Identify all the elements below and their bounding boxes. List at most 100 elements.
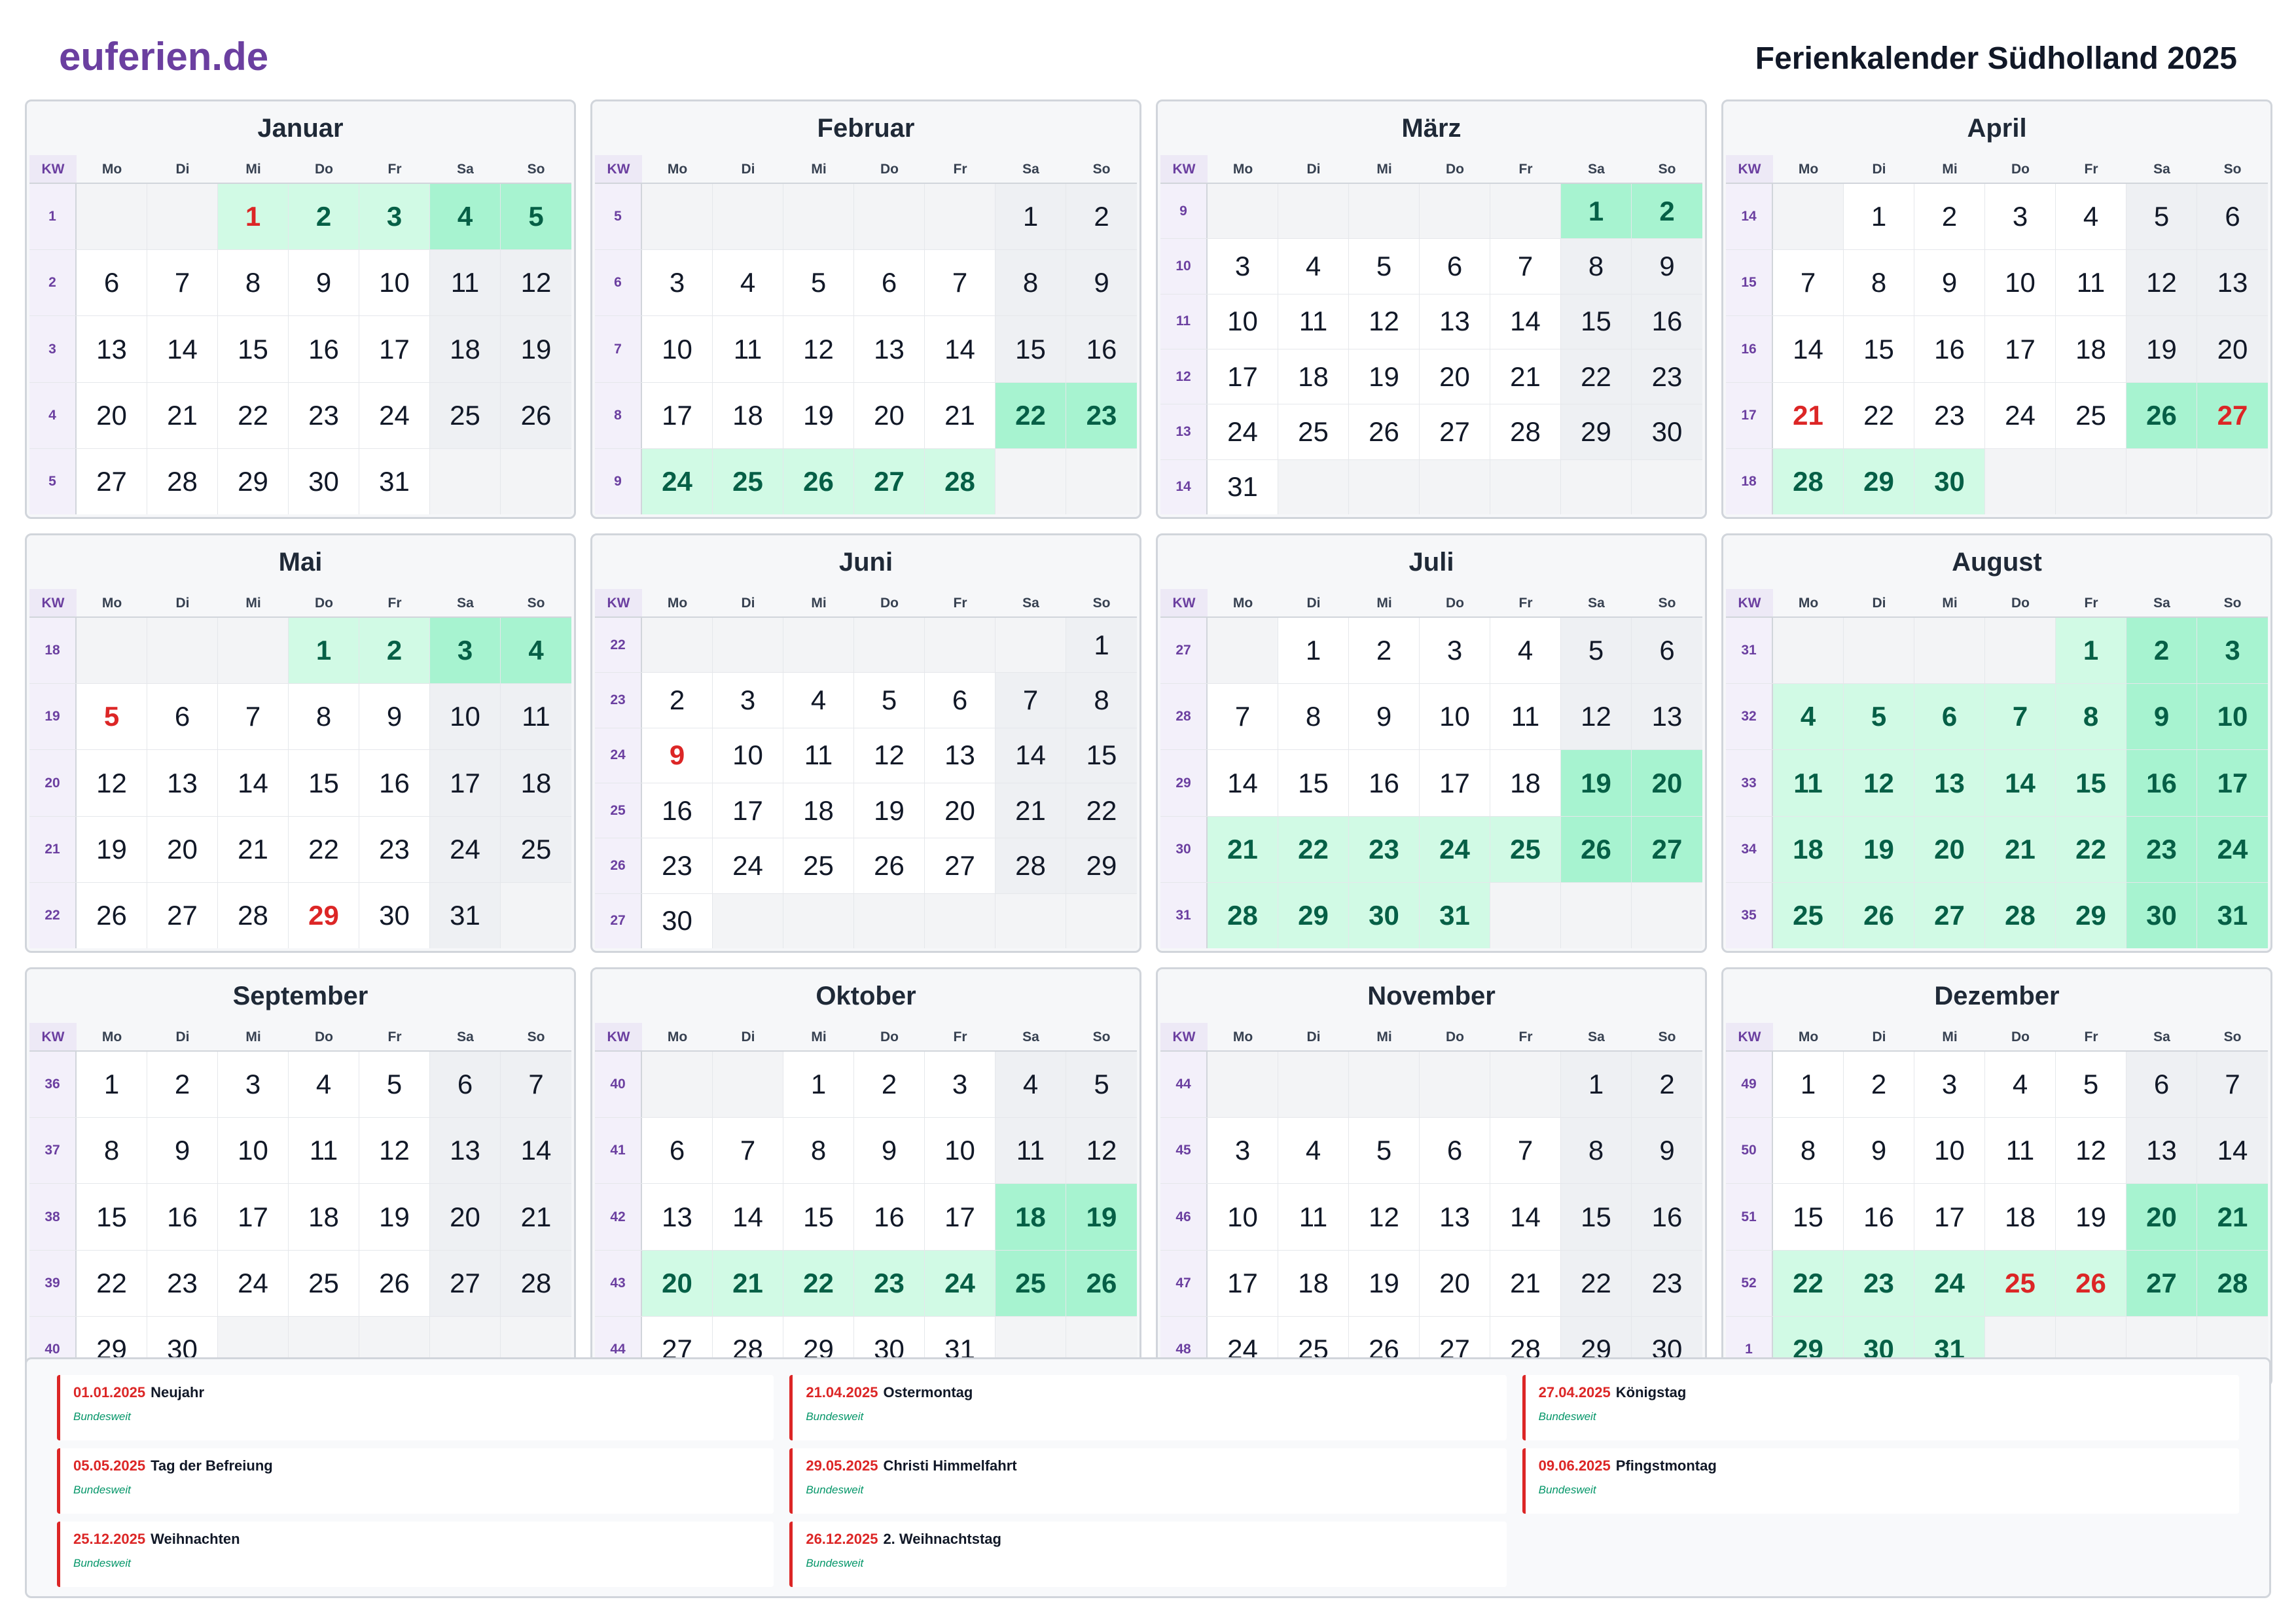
day-cell[interactable]: 18: [1490, 750, 1561, 816]
day-cell[interactable]: 7: [501, 1052, 571, 1118]
day-cell[interactable]: 17: [1914, 1184, 1985, 1250]
day-cell[interactable]: 26: [854, 838, 925, 893]
school-holiday-cell[interactable]: 18: [1773, 816, 1844, 882]
day-cell[interactable]: 15: [1561, 294, 1632, 349]
day-cell[interactable]: 16: [1066, 316, 1137, 382]
day-cell[interactable]: 5: [854, 673, 925, 728]
day-cell[interactable]: 10: [1420, 684, 1490, 750]
day-cell[interactable]: 11: [783, 728, 854, 783]
day-cell[interactable]: 14: [996, 728, 1066, 783]
school-holiday-cell[interactable]: 23: [1844, 1250, 1914, 1316]
day-cell[interactable]: 28: [218, 882, 289, 949]
school-holiday-cell[interactable]: 28: [2197, 1250, 2268, 1316]
day-cell[interactable]: 9: [1349, 684, 1420, 750]
day-cell[interactable]: 2: [854, 1052, 925, 1118]
day-cell[interactable]: 25: [783, 838, 854, 893]
school-holiday-cell[interactable]: 19: [1561, 750, 1632, 816]
day-cell[interactable]: 30: [1632, 404, 1702, 459]
day-cell[interactable]: 7: [1490, 239, 1561, 294]
day-cell[interactable]: 6: [854, 250, 925, 316]
day-cell[interactable]: 12: [783, 316, 854, 382]
school-holiday-cell[interactable]: 22: [2056, 816, 2126, 882]
day-cell[interactable]: 16: [359, 750, 430, 816]
day-cell[interactable]: 4: [783, 673, 854, 728]
day-cell[interactable]: 10: [430, 684, 501, 750]
day-cell[interactable]: 7: [713, 1118, 783, 1184]
day-cell[interactable]: 20: [1420, 1250, 1490, 1316]
day-cell[interactable]: 20: [2197, 316, 2268, 382]
day-cell[interactable]: 12: [2126, 250, 2197, 316]
day-cell[interactable]: 17: [642, 382, 713, 448]
school-holiday-cell[interactable]: 28: [1208, 882, 1278, 949]
day-cell[interactable]: 14: [2197, 1118, 2268, 1184]
public-holiday-cell[interactable]: 5: [77, 684, 147, 750]
day-cell[interactable]: 23: [289, 382, 359, 448]
day-cell[interactable]: 12: [1561, 684, 1632, 750]
day-cell[interactable]: 9: [1914, 250, 1985, 316]
day-cell[interactable]: 16: [289, 316, 359, 382]
day-cell[interactable]: 23: [1914, 382, 1985, 448]
day-cell[interactable]: 13: [430, 1118, 501, 1184]
day-cell[interactable]: 24: [1985, 382, 2056, 448]
day-cell[interactable]: 28: [501, 1250, 571, 1316]
day-cell[interactable]: 12: [1349, 1184, 1420, 1250]
school-holiday-cell[interactable]: 30: [1914, 448, 1985, 515]
day-cell[interactable]: 15: [77, 1184, 147, 1250]
day-cell[interactable]: 25: [501, 816, 571, 882]
public-holiday-cell[interactable]: 27: [2197, 382, 2268, 448]
day-cell[interactable]: 8: [1844, 250, 1914, 316]
day-cell[interactable]: 25: [1278, 404, 1349, 459]
school-holiday-cell[interactable]: 21: [1208, 816, 1278, 882]
day-cell[interactable]: 1: [1773, 1052, 1844, 1118]
day-cell[interactable]: 7: [1773, 250, 1844, 316]
school-holiday-cell[interactable]: 25: [996, 1250, 1066, 1316]
school-holiday-cell[interactable]: 22: [1773, 1250, 1844, 1316]
day-cell[interactable]: 9: [1844, 1118, 1914, 1184]
day-cell[interactable]: 5: [1066, 1052, 1137, 1118]
brand-logo[interactable]: euferien.de: [59, 34, 268, 79]
school-holiday-cell[interactable]: 14: [1985, 750, 2056, 816]
day-cell[interactable]: 10: [1985, 250, 2056, 316]
day-cell[interactable]: 20: [147, 816, 218, 882]
day-cell[interactable]: 7: [1208, 684, 1278, 750]
day-cell[interactable]: 18: [430, 316, 501, 382]
day-cell[interactable]: 23: [147, 1250, 218, 1316]
school-holiday-cell[interactable]: 26: [1066, 1250, 1137, 1316]
day-cell[interactable]: 11: [1278, 1184, 1349, 1250]
day-cell[interactable]: 19: [854, 783, 925, 838]
day-cell[interactable]: 28: [147, 448, 218, 515]
day-cell[interactable]: 8: [783, 1118, 854, 1184]
day-cell[interactable]: 21: [218, 816, 289, 882]
school-holiday-cell[interactable]: 22: [996, 382, 1066, 448]
day-cell[interactable]: 18: [501, 750, 571, 816]
day-cell[interactable]: 23: [359, 816, 430, 882]
day-cell[interactable]: 2: [1844, 1052, 1914, 1118]
day-cell[interactable]: 2: [1066, 184, 1137, 250]
day-cell[interactable]: 3: [642, 250, 713, 316]
day-cell[interactable]: 31: [359, 448, 430, 515]
day-cell[interactable]: 12: [854, 728, 925, 783]
day-cell[interactable]: 4: [2056, 184, 2126, 250]
day-cell[interactable]: 27: [1420, 404, 1490, 459]
school-holiday-cell[interactable]: 22: [1278, 816, 1349, 882]
day-cell[interactable]: 18: [713, 382, 783, 448]
day-cell[interactable]: 7: [147, 250, 218, 316]
day-cell[interactable]: 10: [713, 728, 783, 783]
day-cell[interactable]: 5: [359, 1052, 430, 1118]
day-cell[interactable]: 14: [1208, 750, 1278, 816]
school-holiday-cell[interactable]: 24: [642, 448, 713, 515]
school-holiday-cell[interactable]: 6: [1914, 684, 1985, 750]
school-holiday-cell[interactable]: 10: [2197, 684, 2268, 750]
day-cell[interactable]: 6: [430, 1052, 501, 1118]
day-cell[interactable]: 16: [1632, 1184, 1702, 1250]
day-cell[interactable]: 26: [77, 882, 147, 949]
public-holiday-cell[interactable]: 26: [2056, 1250, 2126, 1316]
school-holiday-cell[interactable]: 31: [1420, 882, 1490, 949]
day-cell[interactable]: 11: [289, 1118, 359, 1184]
school-holiday-cell[interactable]: 25: [1773, 882, 1844, 949]
day-cell[interactable]: 19: [359, 1184, 430, 1250]
day-cell[interactable]: 19: [1349, 1250, 1420, 1316]
day-cell[interactable]: 12: [77, 750, 147, 816]
day-cell[interactable]: 16: [147, 1184, 218, 1250]
day-cell[interactable]: 13: [1420, 1184, 1490, 1250]
